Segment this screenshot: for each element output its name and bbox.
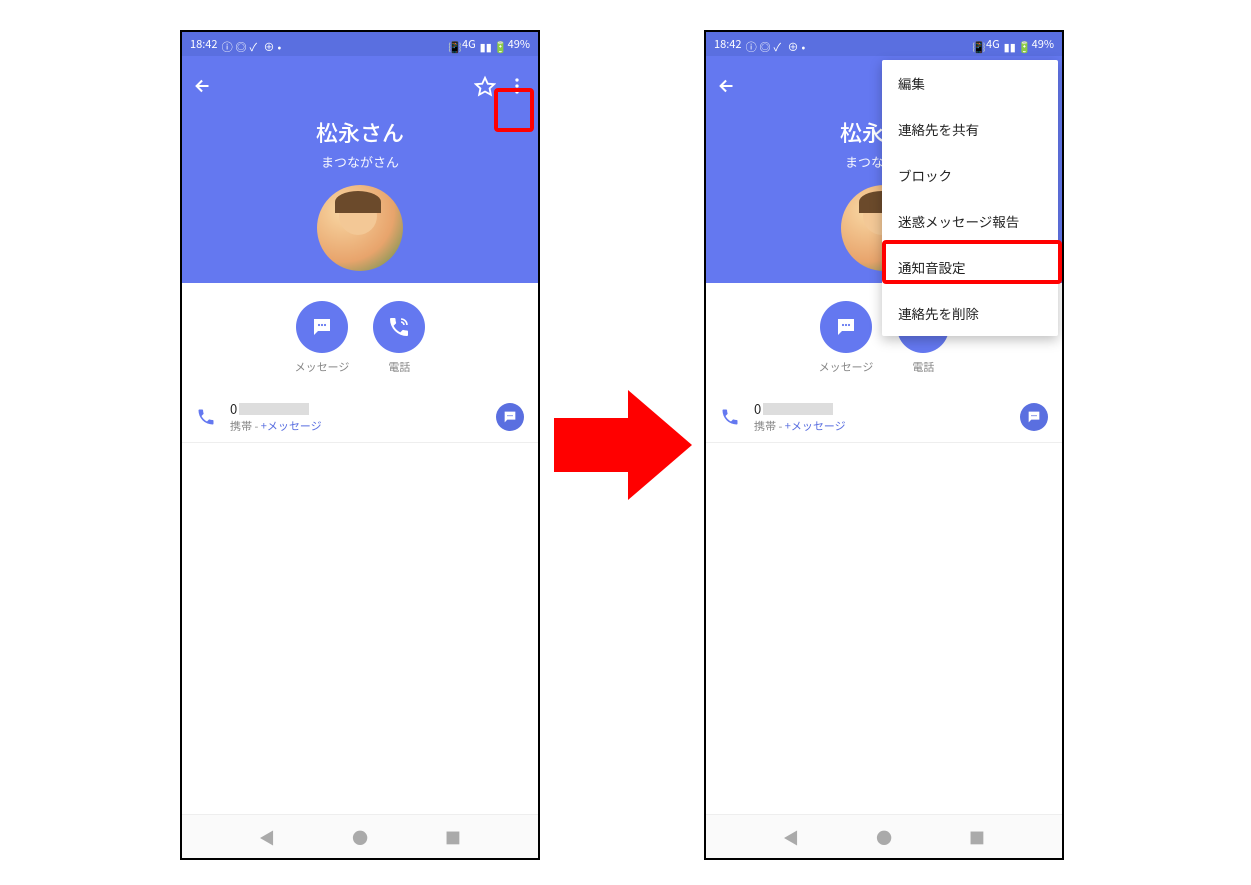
row-message-icon[interactable] xyxy=(1020,403,1048,431)
status-battery: 49% xyxy=(508,36,530,52)
status-icon: ✓ xyxy=(773,39,783,49)
phone-left: 18:42 ⓘ ◎ ✓ ⊕ • 📳 4G ▮▮ 🔋 49% xyxy=(180,30,540,860)
status-icon: ⊕ xyxy=(787,39,797,49)
contact-body: メッセージ 電話 0 携帯 - +メッセージ xyxy=(182,283,538,443)
phone-num-masked xyxy=(239,403,309,415)
phone-num-prefix: 0 xyxy=(754,399,761,418)
signal-icon: ▮▮ xyxy=(480,39,490,49)
contact-furigana: まつながさん xyxy=(182,152,538,171)
phone-row-icon xyxy=(720,407,740,427)
message-action[interactable]: メッセージ xyxy=(819,301,874,375)
nav-recent[interactable]: ■ xyxy=(969,825,985,849)
phone-right: 18:42 ⓘ ◎ ✓ ⊕ • 📳 4G ▮▮ 🔋 49% 松永さん まつながさ… xyxy=(704,30,1064,860)
status-icon: ✓ xyxy=(249,39,259,49)
call-label: 電話 xyxy=(373,359,425,375)
message-label: メッセージ xyxy=(819,359,874,375)
nav-home[interactable]: ● xyxy=(352,825,368,849)
call-action[interactable]: 電話 xyxy=(373,301,425,375)
phone-number-row[interactable]: 0 携帯 - +メッセージ xyxy=(182,383,538,443)
status-icon: ◎ xyxy=(759,39,769,49)
call-label: 電話 xyxy=(897,359,949,375)
message-icon xyxy=(820,301,872,353)
back-button[interactable] xyxy=(716,75,738,97)
phone-carrier: 携帯 - xyxy=(230,418,261,434)
contact-header: 松永さん まつながさん xyxy=(182,56,538,321)
status-network: 4G xyxy=(462,36,476,52)
phone-num-masked xyxy=(763,403,833,415)
status-time: 18:42 xyxy=(190,36,217,52)
highlight-more-button xyxy=(494,88,534,132)
nav-back[interactable]: ◀ xyxy=(783,825,799,849)
status-network: 4G xyxy=(986,36,1000,52)
phone-num-prefix: 0 xyxy=(230,399,237,418)
signal-icon: ▮▮ xyxy=(1004,39,1014,49)
battery-icon: 🔋 xyxy=(1018,39,1028,49)
menu-share[interactable]: 連絡先を共有 xyxy=(882,106,1058,152)
row-message-icon[interactable] xyxy=(496,403,524,431)
status-icon: ◎ xyxy=(235,39,245,49)
message-icon xyxy=(296,301,348,353)
status-icon: ⊕ xyxy=(263,39,273,49)
status-icon: • xyxy=(277,39,287,49)
status-time: 18:42 xyxy=(714,36,741,52)
phone-icon xyxy=(373,301,425,353)
status-icon: • xyxy=(801,39,811,49)
phone-number-row[interactable]: 0 携帯 - +メッセージ xyxy=(706,383,1062,443)
back-button[interactable] xyxy=(192,75,214,97)
phone-app: +メッセージ xyxy=(261,418,322,434)
menu-block[interactable]: ブロック xyxy=(882,152,1058,198)
status-bar: 18:42 ⓘ ◎ ✓ ⊕ • 📳 4G ▮▮ 🔋 49% xyxy=(182,32,538,56)
highlight-notification-sound xyxy=(882,240,1062,284)
nav-recent[interactable]: ■ xyxy=(445,825,461,849)
menu-edit[interactable]: 編集 xyxy=(882,60,1058,106)
status-icon: ⓘ xyxy=(745,39,755,49)
nav-home[interactable]: ● xyxy=(876,825,892,849)
phone-carrier: 携帯 - xyxy=(754,418,785,434)
nav-bar: ◀ ● ■ xyxy=(182,814,538,858)
phone-app: +メッセージ xyxy=(785,418,846,434)
nav-back[interactable]: ◀ xyxy=(259,825,275,849)
instruction-arrow xyxy=(554,390,694,500)
contact-name: 松永さん xyxy=(182,116,538,148)
status-bar: 18:42 ⓘ ◎ ✓ ⊕ • 📳 4G ▮▮ 🔋 49% xyxy=(706,32,1062,56)
menu-delete[interactable]: 連絡先を削除 xyxy=(882,290,1058,336)
menu-report-spam[interactable]: 迷惑メッセージ報告 xyxy=(882,198,1058,244)
status-battery: 49% xyxy=(1032,36,1054,52)
message-action[interactable]: メッセージ xyxy=(295,301,350,375)
message-label: メッセージ xyxy=(295,359,350,375)
avatar[interactable] xyxy=(317,185,403,271)
overflow-menu: 編集 連絡先を共有 ブロック 迷惑メッセージ報告 通知音設定 連絡先を削除 xyxy=(882,60,1058,336)
star-button[interactable] xyxy=(474,75,496,97)
nav-bar: ◀ ● ■ xyxy=(706,814,1062,858)
phone-row-icon xyxy=(196,407,216,427)
vibrate-icon: 📳 xyxy=(972,39,982,49)
status-icon: ⓘ xyxy=(221,39,231,49)
vibrate-icon: 📳 xyxy=(448,39,458,49)
battery-icon: 🔋 xyxy=(494,39,504,49)
